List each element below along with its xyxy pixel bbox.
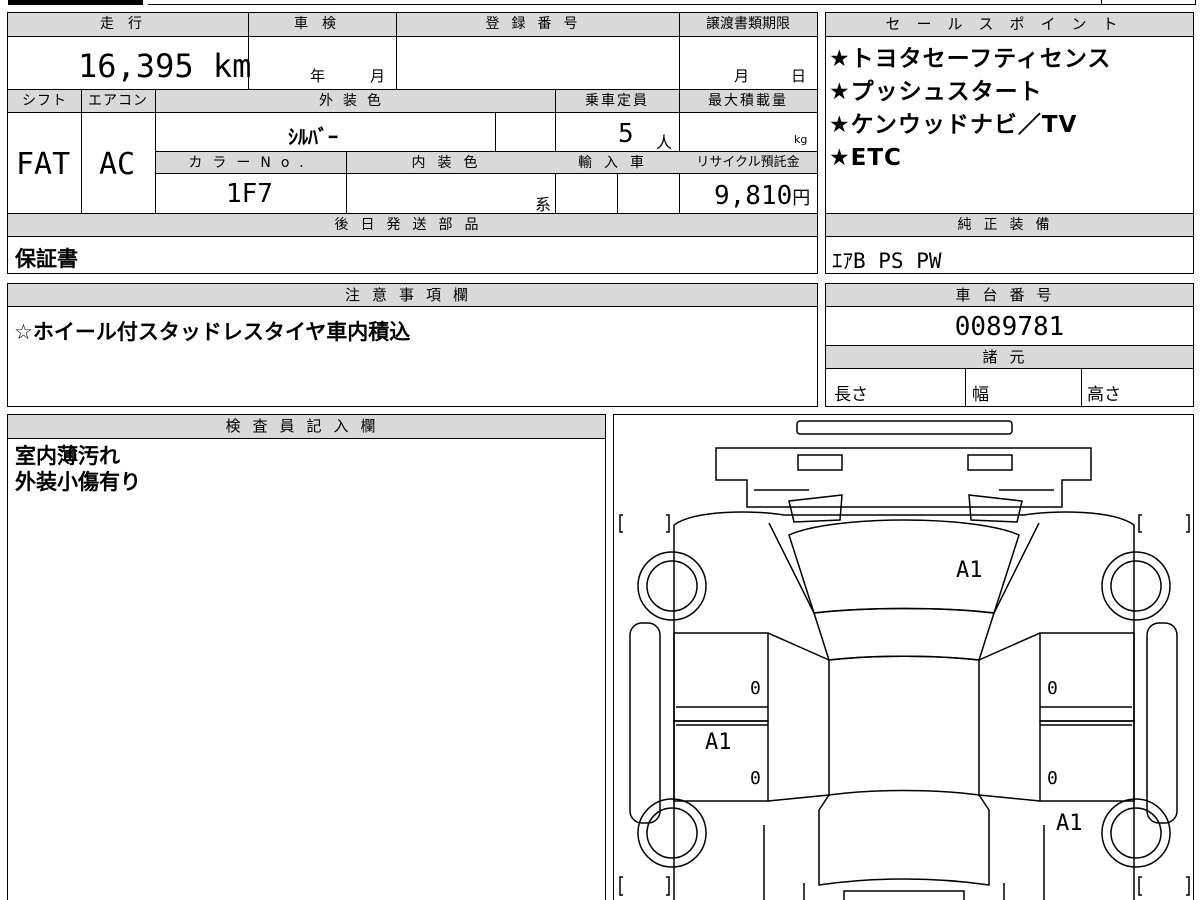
inspector-panel: 検査員記入欄 室内薄汚れ 外装小傷有り [7, 414, 606, 900]
spec-width-label: 幅 [972, 385, 989, 405]
exterior-color-header: 外装色 [319, 93, 391, 109]
interior-color-header: 内装色 [411, 155, 490, 171]
genuine-equipment-header: 純正装備 [957, 217, 1062, 233]
recycle-fee-unit: 円 [792, 188, 811, 209]
shift-header: シフト [22, 93, 67, 109]
interior-color-suffix: 系 [535, 195, 552, 214]
divider [965, 369, 966, 406]
zero-mark-right-front: 0 [1047, 678, 1058, 699]
inspector-note: 外装小傷有り [15, 470, 141, 494]
divider [81, 90, 82, 213]
recycle-fee-value: 9,810円 [714, 181, 810, 211]
sales-points-panel: セールスポイント ★トヨタセーフティセンス ★プッシュスタート ★ケンウッドナビ… [825, 12, 1194, 274]
zero-mark-left-front: 0 [750, 678, 761, 699]
shift-value: FAT [16, 147, 71, 182]
aircon-value: AC [99, 147, 136, 182]
inspector-note: 室内薄汚れ [15, 444, 120, 468]
top-right-box [1101, 0, 1196, 5]
transfer-month-label: 月 [734, 67, 750, 85]
exterior-color-value: ｼﾙﾊﾞｰ [288, 125, 338, 149]
mileage-unit: km [212, 47, 252, 85]
mileage-number: 16,395 [78, 47, 194, 85]
inspector-header: 検査員記入欄 [8, 415, 605, 439]
max-load-unit: kg [794, 133, 808, 146]
mileage-value: 16,395 km [78, 47, 251, 85]
zero-mark-left-rear: 0 [750, 768, 761, 789]
inspection-month-label: 月 [370, 67, 386, 85]
damage-mark-rear-right: A1 [1056, 811, 1083, 836]
transfer-deadline-header: 譲渡書類期限 [706, 16, 790, 32]
inspector-notes-list: 室内薄汚れ 外装小傷有り [15, 443, 141, 495]
sales-point-item: ★ケンウッドナビ／TV [829, 112, 1078, 138]
zero-mark-right-rear: 0 [1047, 768, 1058, 789]
spec-length-label: 長さ [834, 385, 868, 405]
capacity-header: 乗車定員 [585, 93, 649, 109]
damage-mark-left-door: A1 [705, 730, 732, 755]
sales-point-item: ★ETC [829, 145, 902, 171]
color-no-value: 1F7 [226, 179, 273, 209]
later-parts-value: 保証書 [15, 247, 78, 271]
spec-height-label: 高さ [1087, 385, 1121, 405]
registration-header: 登録番号 [485, 16, 590, 32]
chassis-no-header: 車台番号 [826, 284, 1193, 307]
recycle-fee-number: 9,810 [714, 181, 793, 211]
notes-header: 注意事項欄 [8, 284, 817, 307]
divider [1081, 369, 1082, 406]
inspection-year-label: 年 [310, 67, 326, 85]
recycle-header: リサイクル預託金 [696, 155, 800, 170]
aircon-header: エアコン [88, 93, 148, 109]
top-black-bar [8, 0, 143, 5]
transfer-day-label: 日 [791, 67, 807, 85]
inspection-header: 車検 [294, 16, 350, 32]
sales-points-list: ★トヨタセーフティセンス ★プッシュスタート ★ケンウッドナビ／TV ★ETC [829, 43, 1189, 175]
top-strip [8, 0, 1196, 6]
damage-mark-roof: A1 [956, 558, 983, 583]
car-damage-diagram [619, 420, 1190, 900]
genuine-equipment-value: ｴｱB PS PW [832, 249, 942, 273]
sales-point-item: ★トヨタセーフティセンス [829, 46, 1112, 72]
sales-point-item: ★プッシュスタート [829, 79, 1043, 105]
top-line [148, 4, 1103, 5]
chassis-specs-panel: 車台番号 0089781 諸元 長さ 幅 高さ [825, 283, 1194, 407]
later-parts-header: 後日発送部品 [334, 217, 491, 233]
divider [495, 113, 496, 151]
vehicle-info-table: 走行 車検 登録番号 譲渡書類期限 16,395 km 年 月 月 日 シフト … [7, 12, 818, 274]
notes-panel: 注意事項欄 ☆ホイール付スタッドレスタイヤ車内積込 [7, 283, 818, 407]
color-no-header: カラーNo. [188, 155, 314, 171]
specs-header: 諸元 [826, 346, 1193, 369]
divider [679, 13, 680, 89]
mileage-header: 走行 [100, 16, 156, 32]
divider [396, 13, 397, 89]
car-diagram-panel: A1 A1 A1 0 0 0 0 [613, 414, 1194, 900]
capacity-value: 5 [618, 119, 634, 149]
max-load-header: 最大積載量 [708, 93, 788, 109]
notes-value: ☆ホイール付スタッドレスタイヤ車内積込 [14, 320, 411, 344]
sales-points-header: セールスポイント [826, 13, 1193, 37]
divider [346, 152, 347, 213]
capacity-unit: 人 [656, 133, 673, 152]
import-header: 輸入車 [578, 155, 656, 171]
chassis-no-value: 0089781 [954, 312, 1065, 342]
